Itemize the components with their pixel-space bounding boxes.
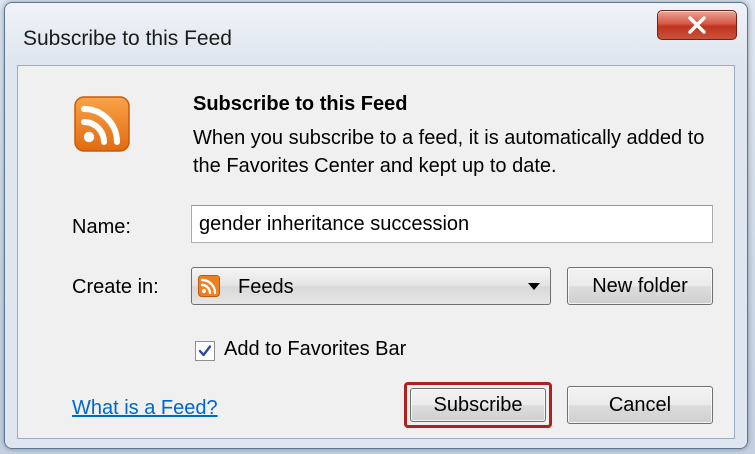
add-to-favorites-label[interactable]: Add to Favorites Bar bbox=[224, 338, 406, 361]
name-field[interactable] bbox=[191, 205, 713, 243]
new-folder-button[interactable]: New folder bbox=[567, 267, 713, 305]
subscribe-button[interactable]: Subscribe bbox=[410, 388, 546, 422]
rss-feed-icon bbox=[74, 96, 130, 152]
subscribe-dialog: Subscribe to this Feed Subscribe to this… bbox=[4, 2, 748, 449]
create-in-label: Create in: bbox=[72, 276, 159, 298]
what-is-feed-link[interactable]: What is a Feed? bbox=[72, 397, 218, 420]
window-title: Subscribe to this Feed bbox=[23, 27, 232, 50]
title-bar[interactable]: Subscribe to this Feed bbox=[5, 3, 747, 65]
checkmark-icon bbox=[198, 345, 212, 357]
rss-feed-icon bbox=[198, 275, 220, 297]
close-x-icon bbox=[688, 16, 706, 34]
dialog-content: Subscribe to this Feed When you subscrib… bbox=[17, 65, 735, 439]
create-in-value: Feeds bbox=[238, 276, 294, 298]
chevron-down-icon bbox=[528, 283, 540, 290]
dialog-description: When you subscribe to a feed, it is auto… bbox=[193, 127, 705, 177]
name-label: Name: bbox=[72, 216, 131, 238]
cancel-button[interactable]: Cancel bbox=[567, 386, 713, 424]
close-button[interactable] bbox=[657, 10, 737, 40]
add-to-favorites-checkbox[interactable] bbox=[195, 341, 215, 361]
dialog-heading: Subscribe to this Feed bbox=[193, 93, 408, 115]
create-in-dropdown[interactable]: Feeds bbox=[191, 267, 551, 305]
